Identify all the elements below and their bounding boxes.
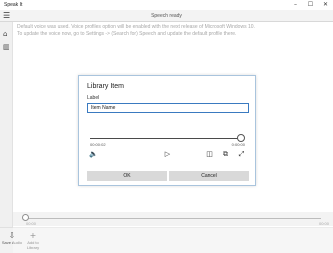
close-button[interactable]: ✕	[318, 0, 333, 10]
ok-button[interactable]: OK	[87, 171, 167, 181]
subtitles-icon[interactable]: ◫	[205, 150, 214, 159]
minimize-button[interactable]: –	[288, 0, 303, 10]
cast-icon[interactable]: ⧉	[221, 150, 230, 159]
dialog-time-elapsed: 00:00:02	[90, 142, 106, 147]
dialog-seek-thumb[interactable]	[237, 134, 245, 142]
window-controls: – ☐ ✕	[288, 0, 333, 10]
dialog-title: Library Item	[87, 83, 124, 90]
volume-icon[interactable]: 🔈	[89, 150, 98, 159]
library-icon[interactable]: ▥	[3, 43, 11, 51]
label-input[interactable]	[87, 103, 249, 113]
home-icon[interactable]: ⌂	[3, 30, 11, 38]
status-text: Speech ready	[151, 13, 182, 19]
cancel-button[interactable]: Cancel	[169, 171, 249, 181]
sidebar: ⌂ ▥	[0, 22, 13, 253]
dialog-seek-track[interactable]	[90, 138, 242, 139]
play-icon[interactable]: ▷	[163, 150, 172, 159]
fullscreen-icon[interactable]: ⤢	[237, 150, 246, 159]
title-bar: Speak It – ☐ ✕	[0, 0, 333, 10]
library-item-dialog: Library Item Label 00:00:02 0:00:00 🔈 ▷ …	[78, 75, 256, 186]
app-title: Speak It	[4, 2, 23, 8]
maximize-button[interactable]: ☐	[303, 0, 318, 10]
label-field-label: Label	[87, 95, 100, 101]
dialog-time-remaining: 0:00:00	[231, 142, 245, 147]
top-bar: ☰ Speech ready	[0, 10, 333, 22]
